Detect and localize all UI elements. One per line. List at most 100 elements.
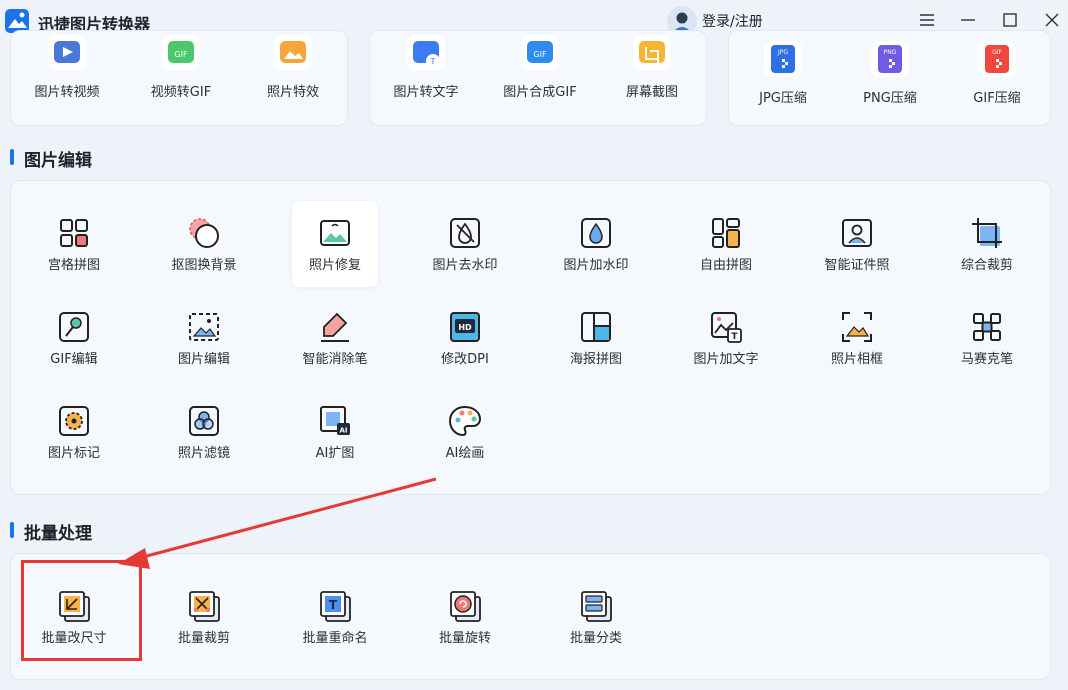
- id-photo-icon: [842, 219, 872, 247]
- svg-text:AI: AI: [339, 427, 347, 435]
- tool-label: 智能证件照: [824, 258, 890, 273]
- mosaic-icon: [973, 313, 1001, 341]
- tool-poster-collage[interactable]: 海报拼图: [546, 309, 646, 367]
- tool-photo-frame[interactable]: 照片相框: [807, 309, 907, 367]
- tool-label: 照片相框: [830, 352, 883, 367]
- tool-add-text[interactable]: T 图片加文字: [676, 309, 776, 367]
- svg-text:T: T: [731, 332, 738, 342]
- tool-image-to-text[interactable]: T 图片转文字: [376, 35, 476, 100]
- tool-ai-expand[interactable]: AI AI扩图: [285, 403, 385, 461]
- login-label: 登录/注册: [702, 14, 763, 30]
- tool-batch-crop[interactable]: 批量裁剪: [154, 588, 254, 646]
- tool-batch-rotate[interactable]: 批量旋转: [415, 588, 515, 646]
- maximize-icon[interactable]: [1000, 10, 1020, 30]
- tool-label: 图片去水印: [432, 258, 498, 273]
- tool-label: 修改DPI: [441, 352, 489, 367]
- tool-add-watermark[interactable]: 图片加水印: [546, 215, 646, 273]
- top-panel-1: 图片转视频 GIF 视频转GIF 照片特效: [10, 30, 348, 126]
- menu-icon[interactable]: [917, 10, 937, 30]
- tool-label: 抠图换背景: [171, 258, 237, 273]
- tool-label: 马赛克笔: [960, 352, 1013, 367]
- tool-free-collage[interactable]: 自由拼图: [676, 215, 776, 273]
- image-to-video-icon: [48, 35, 86, 71]
- tool-png-compress[interactable]: PNG PNG压缩: [840, 41, 940, 106]
- tool-label: 图片加文字: [693, 352, 759, 367]
- gif-edit-icon: [59, 312, 89, 342]
- gif-compress-icon: GIF: [978, 41, 1016, 77]
- tool-batch-classify[interactable]: 批量分类: [546, 588, 646, 646]
- tool-label: GIF编辑: [50, 352, 98, 367]
- tool-label: 照片修复: [308, 258, 361, 273]
- tool-label: 批量重命名: [302, 631, 368, 646]
- tool-photo-filter[interactable]: 照片滤镜: [154, 403, 254, 461]
- section-title-edit: 图片编辑: [10, 146, 92, 171]
- tool-label: 宫格拼图: [47, 258, 100, 273]
- tool-gif-compress[interactable]: GIF GIF压缩: [947, 41, 1047, 106]
- top-panel-2: T 图片转文字 GIF 图片合成GIF 屏幕截图: [369, 30, 707, 126]
- tool-mosaic[interactable]: 马赛克笔: [937, 309, 1037, 367]
- tool-label: PNG压缩: [863, 91, 917, 106]
- tool-ai-paint[interactable]: AI绘画: [415, 403, 515, 461]
- tool-label: JPG压缩: [759, 91, 807, 106]
- tool-cutout-background[interactable]: 抠图换背景: [154, 215, 254, 273]
- image-to-text-icon: T: [407, 35, 445, 71]
- minimize-icon[interactable]: [958, 10, 978, 30]
- png-compress-icon: PNG: [871, 41, 909, 77]
- ai-expand-icon: AI: [320, 406, 350, 435]
- photo-filter-icon: [189, 406, 219, 436]
- tool-label: 图片编辑: [177, 352, 230, 367]
- tool-label: AI扩图: [315, 446, 355, 461]
- tool-eraser-pen[interactable]: 智能消除笔: [285, 309, 385, 367]
- tool-label: 图片加水印: [563, 258, 629, 273]
- free-collage-icon: [712, 218, 740, 248]
- tool-label: 照片滤镜: [177, 446, 230, 461]
- batch-classify-icon: [581, 591, 612, 622]
- svg-text:T: T: [430, 57, 436, 66]
- tool-images-to-gif[interactable]: GIF 图片合成GIF: [490, 35, 590, 100]
- tool-video-to-gif[interactable]: GIF 视频转GIF: [131, 35, 231, 100]
- tool-batch-rename[interactable]: T 批量重命名: [285, 588, 385, 646]
- tool-label: 图片转视频: [34, 85, 100, 100]
- tool-photo-effects[interactable]: 照片特效: [243, 35, 343, 100]
- tool-label: 照片特效: [266, 85, 319, 100]
- photo-frame-icon: [842, 312, 872, 342]
- tool-label: AI绘画: [445, 446, 485, 461]
- tool-id-photo[interactable]: 智能证件照: [807, 215, 907, 273]
- tool-remove-watermark[interactable]: 图片去水印: [415, 215, 515, 273]
- batch-crop-icon: [189, 591, 220, 622]
- tool-label: 图片合成GIF: [503, 85, 577, 100]
- tool-jpg-compress[interactable]: JPG JPG压缩: [733, 41, 833, 106]
- annotation-highlight-box: [21, 560, 142, 661]
- tool-crop[interactable]: 综合裁剪: [937, 215, 1037, 273]
- batch-rotate-icon: [450, 591, 481, 622]
- photo-effects-icon: [274, 35, 312, 71]
- images-to-gif-icon: GIF: [521, 35, 559, 71]
- video-to-gif-icon: GIF: [162, 35, 200, 71]
- add-text-icon: T: [711, 312, 742, 343]
- tool-image-to-video[interactable]: 图片转视频: [17, 35, 117, 100]
- tool-screenshot[interactable]: 屏幕截图: [602, 35, 702, 100]
- svg-text:T: T: [329, 598, 338, 612]
- jpg-compress-icon: JPG: [764, 41, 802, 77]
- tool-image-edit[interactable]: 图片编辑: [154, 309, 254, 367]
- tool-label: 海报拼图: [569, 352, 622, 367]
- tool-label: 综合裁剪: [960, 258, 1013, 273]
- tool-grid-puzzle[interactable]: 宫格拼图: [24, 215, 124, 273]
- tool-hd-dpi[interactable]: HD 修改DPI: [415, 309, 515, 367]
- tool-label: GIF压缩: [973, 91, 1021, 106]
- close-icon[interactable]: [1042, 10, 1062, 30]
- tool-label: 屏幕截图: [625, 85, 678, 100]
- crop-icon: [972, 218, 1002, 248]
- remove-watermark-icon: [450, 218, 480, 248]
- batch-rename-icon: T: [320, 591, 351, 622]
- tool-photo-repair[interactable]: 照片修复: [285, 215, 385, 273]
- ai-paint-icon: [448, 405, 482, 437]
- tool-image-mark[interactable]: 图片标记: [24, 403, 124, 461]
- tool-label: 智能消除笔: [302, 352, 368, 367]
- hd-dpi-icon: HD: [450, 312, 480, 342]
- image-edit-icon: [189, 313, 219, 341]
- svg-text:HD: HD: [458, 323, 472, 332]
- tool-gif-edit[interactable]: GIF编辑: [24, 309, 124, 367]
- section-title-batch: 批量处理: [10, 519, 92, 544]
- image-mark-icon: [59, 406, 89, 436]
